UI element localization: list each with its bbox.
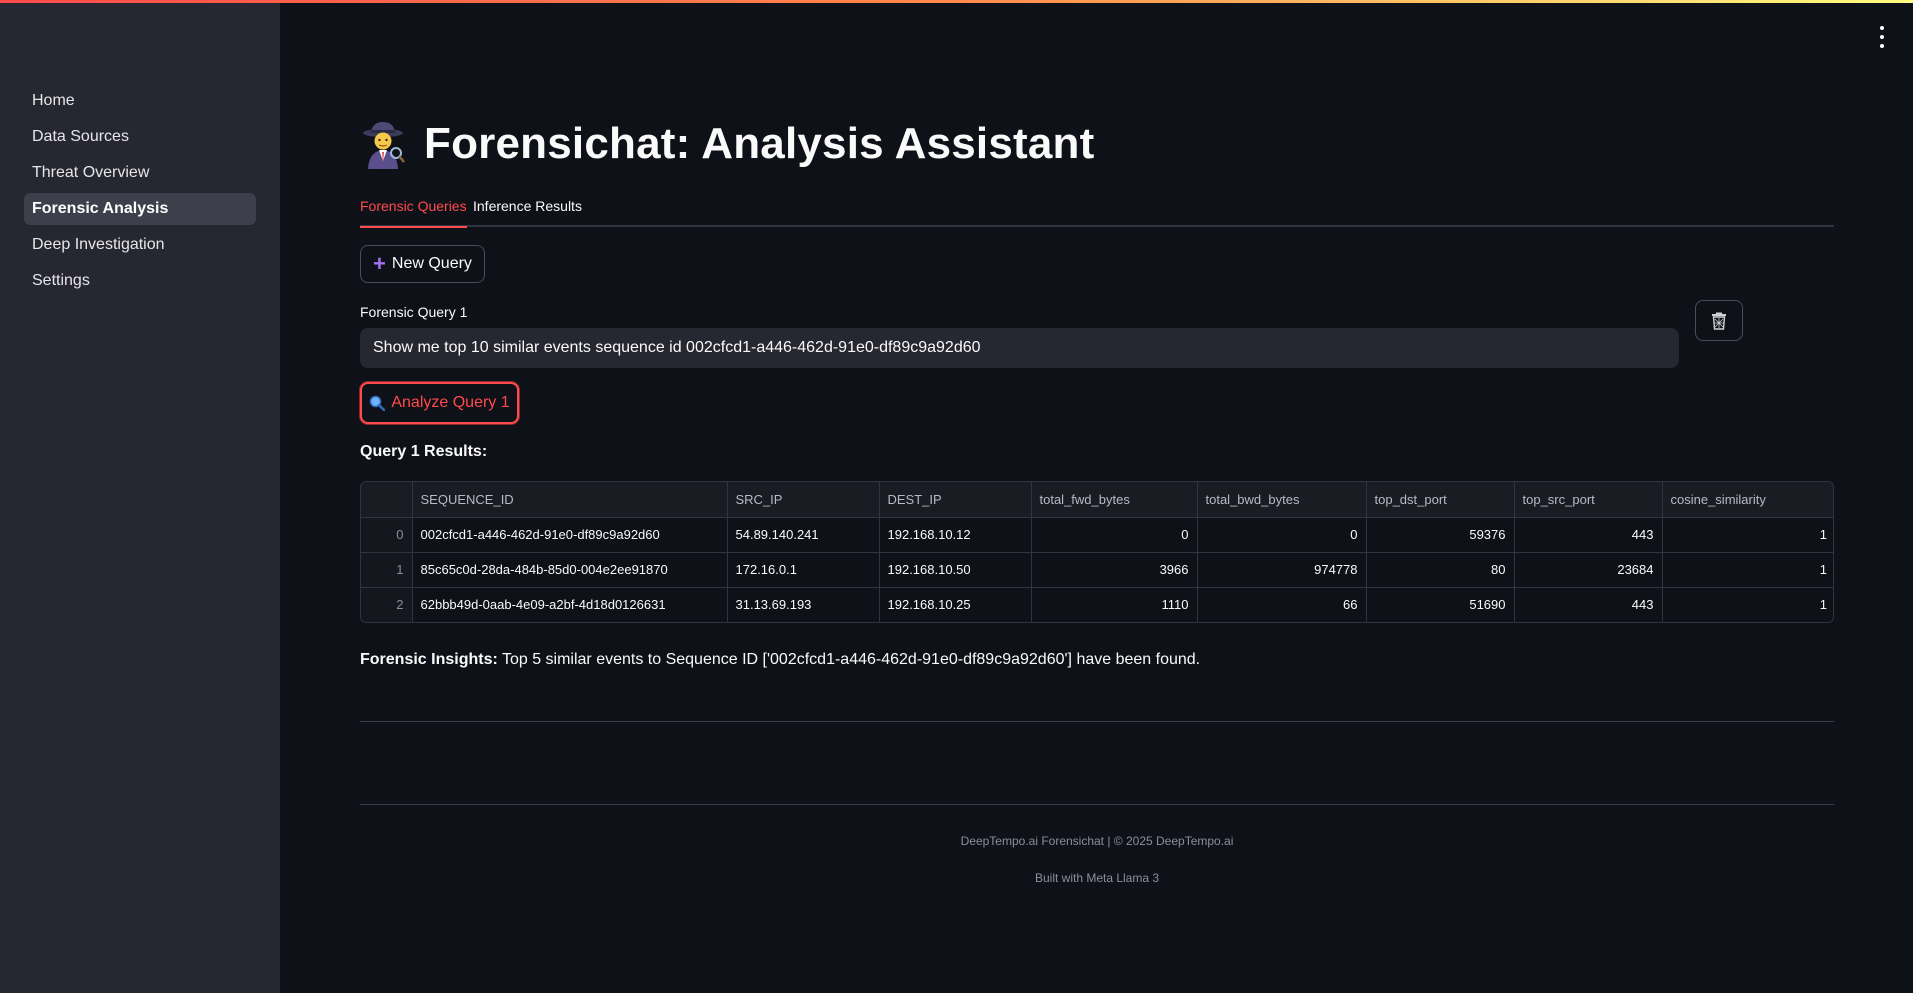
column-header-sequence-id[interactable]: SEQUENCE_ID <box>412 482 728 518</box>
new-query-button[interactable]: + New Query <box>360 245 485 283</box>
table-cell[interactable]: 51690 <box>1366 587 1515 622</box>
footer-divider <box>360 804 1834 805</box>
table-cell[interactable]: 80 <box>1366 552 1515 588</box>
column-header-total-bwd-bytes[interactable]: total_bwd_bytes <box>1197 482 1367 518</box>
table-cell[interactable]: 443 <box>1514 517 1663 553</box>
table-cell: 0 <box>361 517 413 553</box>
main-content: Forensichat: Analysis Assistant Forensic… <box>360 0 1834 993</box>
table-cell[interactable]: 1110 <box>1031 587 1198 622</box>
forensic-query-input[interactable] <box>360 328 1679 368</box>
table-cell[interactable]: 974778 <box>1197 552 1367 588</box>
table-cell[interactable]: 172.16.0.1 <box>727 552 880 588</box>
table-cell[interactable]: 192.168.10.12 <box>879 517 1032 553</box>
new-query-label: New Query <box>391 255 472 272</box>
tab-inference-results[interactable]: Inference Results <box>473 193 582 227</box>
page-title: Forensichat: Analysis Assistant <box>424 119 1095 168</box>
table-row: 1 85c65c0d-28da-484b-85d0-004e2ee91870 1… <box>361 552 1833 588</box>
table-cell[interactable]: 1 <box>1662 517 1833 553</box>
table-row: 0 002cfcd1-a446-462d-91e0-df89c9a92d60 5… <box>361 517 1833 553</box>
table-row: 2 62bbb49d-0aab-4e09-a2bf-4d18d0126631 3… <box>361 587 1833 622</box>
table-cell[interactable]: 3966 <box>1031 552 1198 588</box>
page-header: Forensichat: Analysis Assistant <box>360 116 1094 172</box>
sidebar: Home Data Sources Threat Overview Forens… <box>0 3 280 993</box>
footer-built-with: Built with Meta Llama 3 <box>1034 871 1160 885</box>
column-header-top-src-port[interactable]: top_src_port <box>1514 482 1663 518</box>
column-header-top-dst-port[interactable]: top_dst_port <box>1366 482 1515 518</box>
sidebar-item-threat-overview[interactable]: Threat Overview <box>24 157 256 189</box>
detective-icon <box>363 122 405 169</box>
table-cell[interactable]: 192.168.10.50 <box>879 552 1032 588</box>
main-menu-icon[interactable] <box>1876 26 1888 48</box>
results-table[interactable]: SEQUENCE_ID SRC_IP DEST_IP total_fwd_byt… <box>360 481 1834 623</box>
table-cell[interactable]: 59376 <box>1366 517 1515 553</box>
section-divider <box>360 721 1834 722</box>
table-cell[interactable]: 66 <box>1197 587 1367 622</box>
query-field-label: Forensic Query 1 <box>360 304 468 320</box>
sidebar-item-data-sources[interactable]: Data Sources <box>24 121 256 153</box>
column-header-total-fwd-bytes[interactable]: total_fwd_bytes <box>1031 482 1198 518</box>
trash-icon <box>1712 312 1726 330</box>
analyze-query-button[interactable]: Analyze Query 1 <box>360 382 519 424</box>
tab-bar: Forensic Queries Inference Results <box>360 193 1834 228</box>
column-header-src-ip[interactable]: SRC_IP <box>727 482 880 518</box>
table-cell[interactable]: 0 <box>1197 517 1367 553</box>
magnifier-icon <box>369 395 386 411</box>
sidebar-item-settings[interactable]: Settings <box>24 265 256 297</box>
column-header-index <box>361 482 413 518</box>
analyze-query-label: Analyze Query 1 <box>391 394 510 411</box>
table-cell[interactable]: 23684 <box>1514 552 1663 588</box>
table-cell: 1 <box>361 552 413 588</box>
table-cell[interactable]: 31.13.69.193 <box>727 587 880 622</box>
table-cell[interactable]: 0 <box>1031 517 1198 553</box>
column-header-cosine-similarity[interactable]: cosine_similarity <box>1662 482 1833 518</box>
sidebar-item-home[interactable]: Home <box>24 85 256 117</box>
table-cell: 2 <box>361 587 413 622</box>
table-header-row: SEQUENCE_ID SRC_IP DEST_IP total_fwd_byt… <box>361 482 1833 518</box>
table-cell[interactable]: 1 <box>1662 552 1833 588</box>
footer-copyright: DeepTempo.ai Forensichat | © 2025 DeepTe… <box>960 834 1234 848</box>
sidebar-nav: Home Data Sources Threat Overview Forens… <box>24 85 256 301</box>
plus-icon: + <box>373 251 386 276</box>
sidebar-item-forensic-analysis[interactable]: Forensic Analysis <box>24 193 256 225</box>
table-cell[interactable]: 85c65c0d-28da-484b-85d0-004e2ee91870 <box>412 552 728 588</box>
table-cell[interactable]: 1 <box>1662 587 1833 622</box>
column-header-dest-ip[interactable]: DEST_IP <box>879 482 1032 518</box>
tab-forensic-queries[interactable]: Forensic Queries <box>360 193 467 228</box>
table-cell[interactable]: 002cfcd1-a446-462d-91e0-df89c9a92d60 <box>412 517 728 553</box>
forensic-insights: Forensic Insights: Top 5 similar events … <box>360 651 1200 669</box>
results-heading: Query 1 Results: <box>360 443 488 460</box>
table-cell[interactable]: 62bbb49d-0aab-4e09-a2bf-4d18d0126631 <box>412 587 728 622</box>
table-cell[interactable]: 192.168.10.25 <box>879 587 1032 622</box>
table-cell[interactable]: 54.89.140.241 <box>727 517 880 553</box>
insights-label: Forensic Insights: <box>360 651 498 668</box>
sidebar-item-deep-investigation[interactable]: Deep Investigation <box>24 229 256 261</box>
delete-query-button[interactable] <box>1695 300 1743 341</box>
table-cell[interactable]: 443 <box>1514 587 1663 622</box>
insights-text: Top 5 similar events to Sequence ID ['00… <box>497 651 1201 668</box>
